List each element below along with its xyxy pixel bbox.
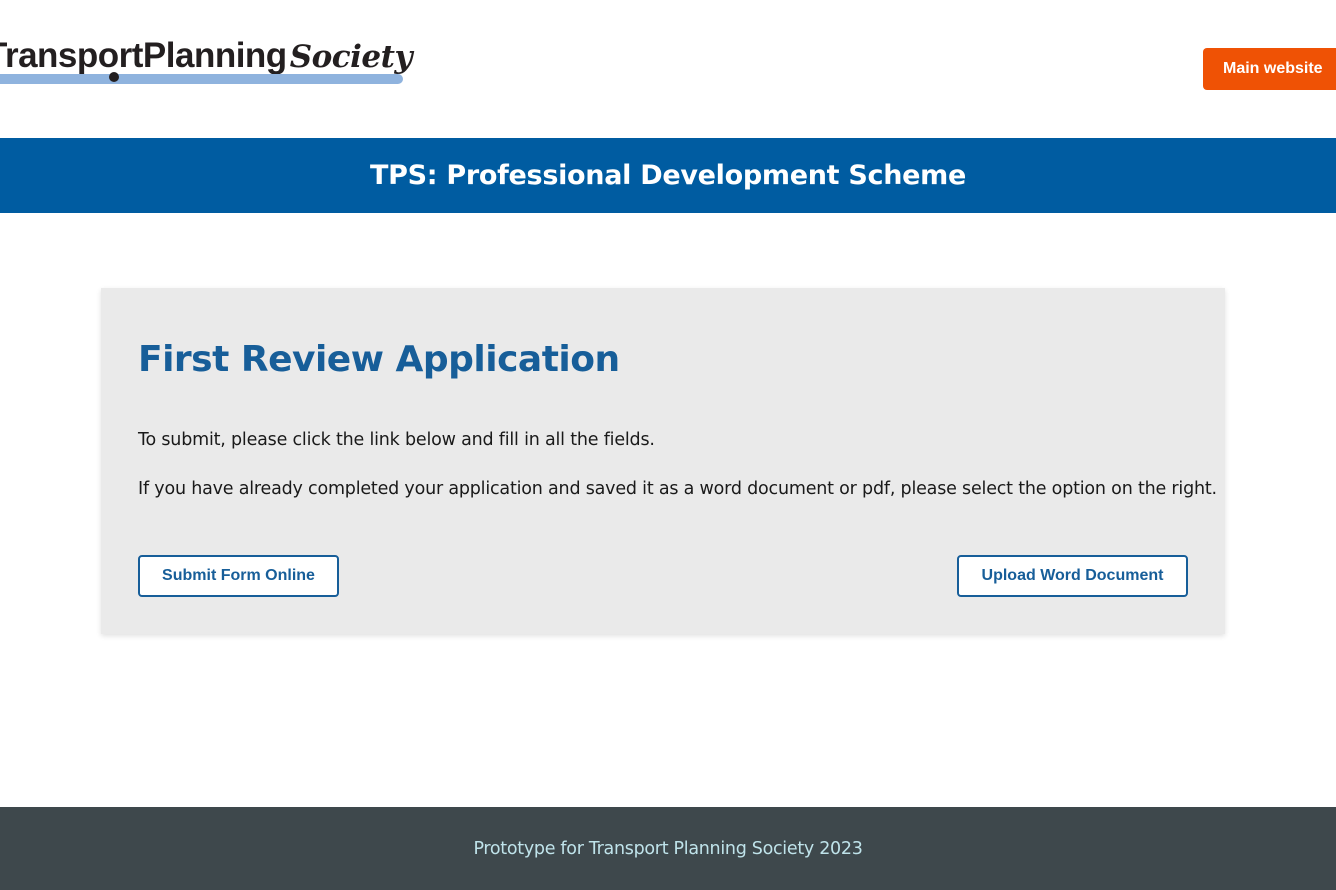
logo-wordmark: TransportPlanningSociety [0, 36, 412, 77]
submit-form-online-button[interactable]: Submit Form Online [138, 555, 339, 597]
upload-instruction-text: If you have already completed your appli… [138, 479, 1217, 499]
logo-italic-text: Society [289, 39, 413, 75]
application-card: First Review Application To submit, plea… [101, 288, 1225, 634]
upload-word-document-button[interactable]: Upload Word Document [957, 555, 1188, 597]
page-title: First Review Application [138, 339, 620, 380]
logo-dot [109, 72, 119, 82]
tps-logo[interactable]: TransportPlanningSociety [0, 28, 412, 88]
logo-bold-text: TransportPlanning [0, 36, 287, 75]
main-website-button[interactable]: Main website [1203, 48, 1336, 90]
footer-text: Prototype for Transport Planning Society… [473, 838, 863, 859]
banner-title: TPS: Professional Development Scheme [370, 160, 966, 191]
logo-underline [0, 74, 403, 84]
site-footer: Prototype for Transport Planning Society… [0, 807, 1336, 890]
page-banner: TPS: Professional Development Scheme [0, 138, 1336, 213]
site-header: TransportPlanningSociety Main website [0, 0, 1336, 138]
instruction-text: To submit, please click the link below a… [138, 430, 655, 450]
